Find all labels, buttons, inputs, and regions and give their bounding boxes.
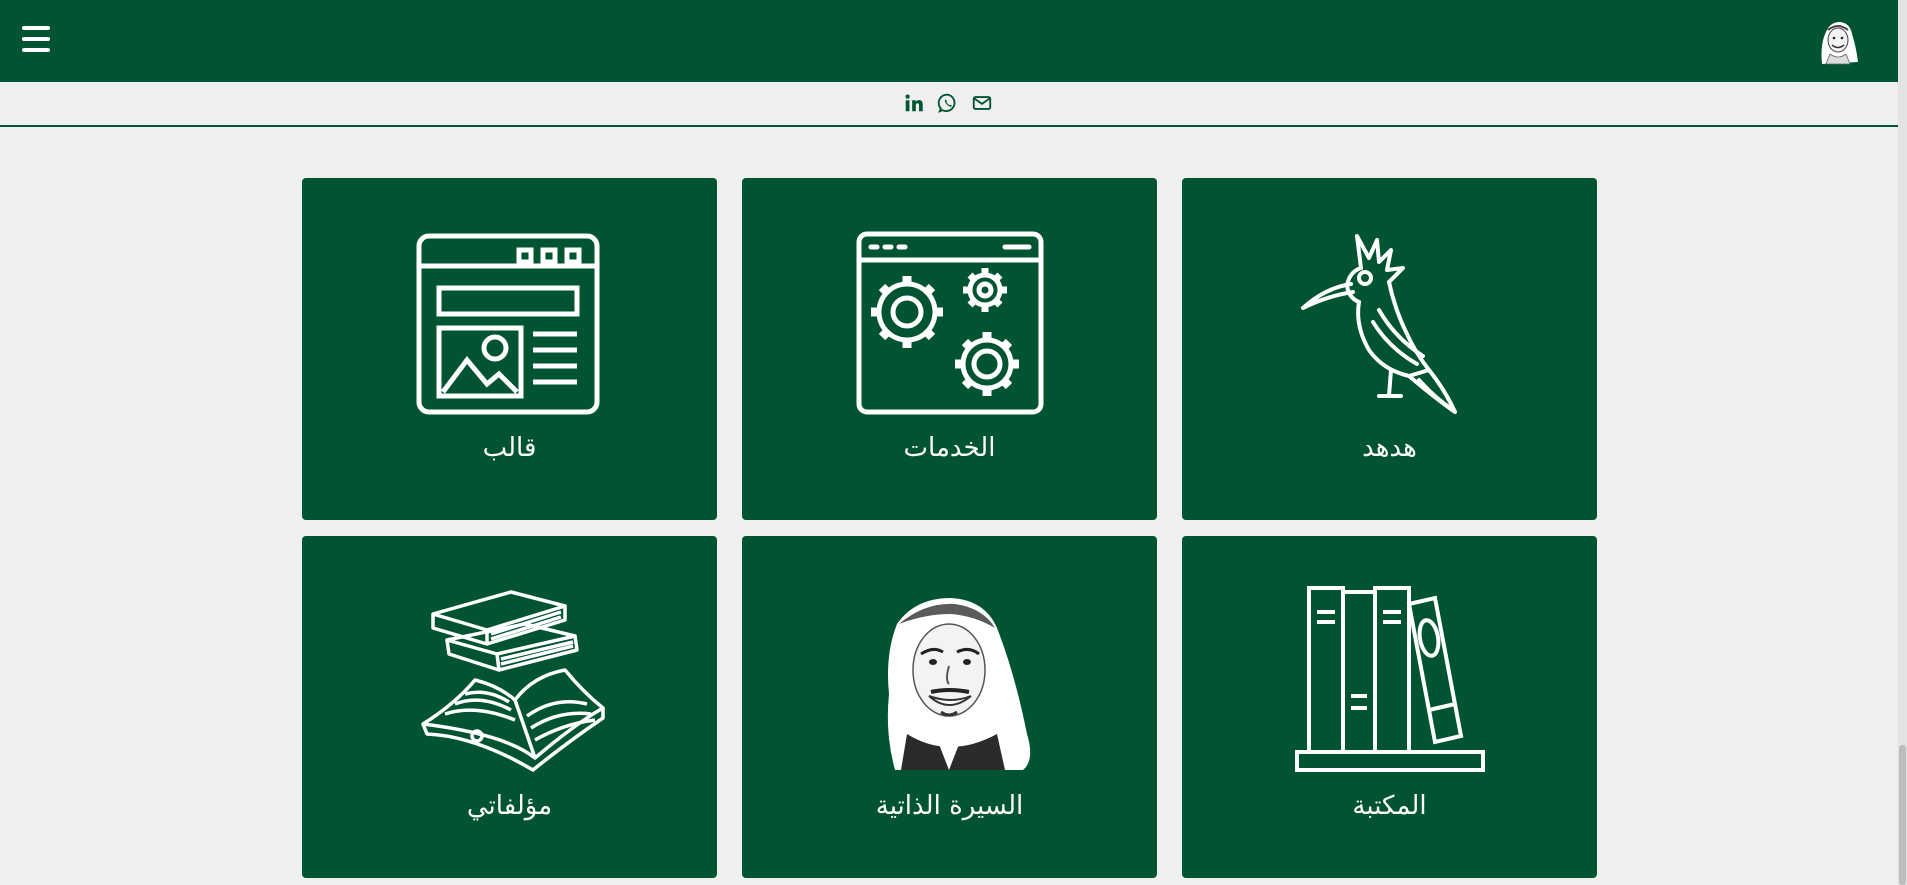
top-navbar xyxy=(0,0,1898,82)
scrollbar-thumb[interactable] xyxy=(1899,745,1906,885)
bookshelf-icon xyxy=(1294,586,1485,772)
portrait-icon xyxy=(887,598,1030,770)
books-stack-icon xyxy=(420,590,605,772)
card-template[interactable]: قالب xyxy=(302,178,717,520)
website-template-icon xyxy=(416,233,599,415)
card-my-works[interactable]: مؤلفاتي xyxy=(302,536,717,878)
card-cv[interactable]: السيرة الذاتية xyxy=(742,536,1157,878)
page: قالب الخدمات هدهد مؤلفاتي السيرة الذاتية… xyxy=(0,0,1907,885)
hoopoe-bird-icon xyxy=(1300,234,1457,414)
card-services[interactable]: الخدمات xyxy=(742,178,1157,520)
card-label: مؤلفاتي xyxy=(466,791,553,821)
cards-grid: قالب الخدمات هدهد مؤلفاتي السيرة الذاتية… xyxy=(302,178,1598,878)
page-scrollbar[interactable] xyxy=(1898,0,1907,885)
gears-window-icon xyxy=(856,231,1043,415)
card-hoopoe[interactable]: هدهد xyxy=(1182,178,1597,520)
hamburger-menu-icon[interactable] xyxy=(22,26,50,52)
card-label: هدهد xyxy=(1362,433,1417,463)
card-label: قالب xyxy=(482,433,537,463)
card-library[interactable]: المكتبة xyxy=(1182,536,1597,878)
card-label: الخدمات xyxy=(903,433,996,463)
avatar[interactable] xyxy=(1810,14,1862,66)
card-label: السيرة الذاتية xyxy=(875,791,1024,821)
social-links-bar xyxy=(0,82,1898,127)
email-icon[interactable] xyxy=(971,92,993,114)
whatsapp-icon[interactable] xyxy=(937,92,959,114)
card-label: المكتبة xyxy=(1352,791,1427,821)
linkedin-icon[interactable] xyxy=(903,92,925,114)
